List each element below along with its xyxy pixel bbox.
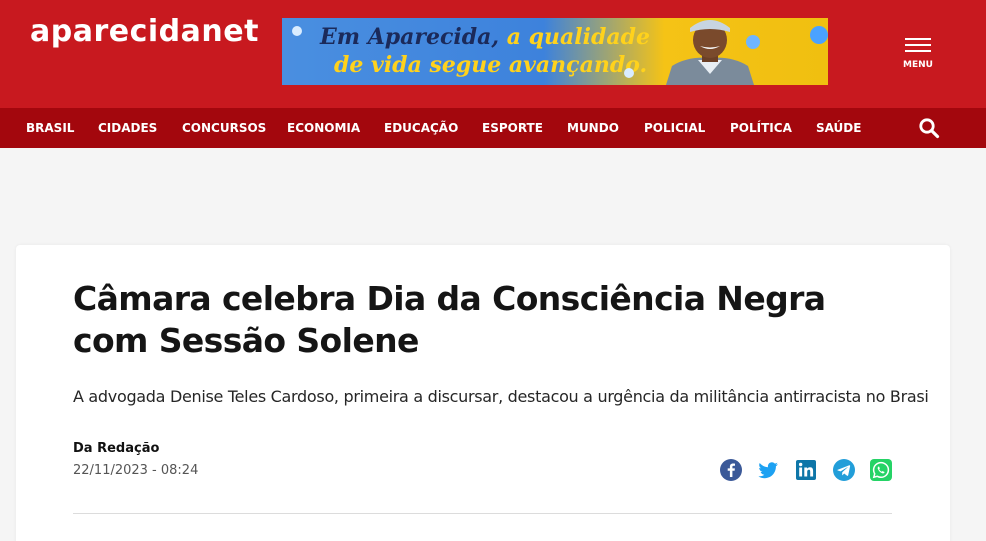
article-title: Câmara celebra Dia da Consciência Negra … (73, 279, 826, 360)
nav-item-brasil[interactable]: BRASIL (26, 108, 74, 148)
hamburger-icon (905, 50, 931, 52)
article-date: 22/11/2023 - 08:24 (73, 463, 199, 478)
advertisement-banner[interactable]: Em Aparecida, a qualidade de vida segue … (282, 18, 828, 85)
menu-label: MENU (903, 60, 933, 70)
article-divider (73, 513, 892, 514)
hamburger-icon (905, 38, 931, 40)
nav-item-mundo[interactable]: MUNDO (567, 108, 619, 148)
nav-item-politica[interactable]: POLÍTICA (730, 108, 792, 148)
site-logo[interactable]: aparecidanet (30, 14, 259, 49)
banner-person-photo (666, 20, 754, 85)
banner-line-1-part-2: a qualidade (499, 24, 651, 50)
nav-item-esporte[interactable]: ESPORTE (482, 108, 543, 148)
banner-heart-icon (624, 68, 634, 78)
banner-line-1-part-1: Em Aparecida, (320, 24, 500, 50)
telegram-icon[interactable] (833, 459, 855, 481)
article-subtitle: A advogada Denise Teles Cardoso, primeir… (73, 387, 929, 406)
search-icon[interactable] (918, 117, 940, 139)
nav-item-cidades[interactable]: CIDADES (98, 108, 157, 148)
twitter-icon[interactable] (757, 459, 779, 481)
facebook-icon[interactable] (720, 459, 742, 481)
whatsapp-icon[interactable] (870, 459, 892, 481)
category-navbar: BRASIL CIDADES CONCURSOS ECONOMIA EDUCAÇ… (0, 108, 986, 148)
banner-line-2: de vida segue avançando. (334, 52, 648, 78)
banner-heart-icon (810, 26, 828, 44)
nav-item-economia[interactable]: ECONOMIA (287, 108, 360, 148)
banner-line-1: Em Aparecida, a qualidade (320, 24, 650, 50)
hamburger-icon (905, 44, 931, 46)
banner-heart-icon (292, 26, 302, 36)
nav-item-concursos[interactable]: CONCURSOS (182, 108, 266, 148)
nav-item-saude[interactable]: SAÚDE (816, 108, 861, 148)
menu-button[interactable]: MENU (894, 38, 942, 78)
article-author[interactable]: Da Redação (73, 441, 159, 456)
linkedin-icon[interactable] (795, 459, 817, 481)
nav-item-policial[interactable]: POLICIAL (644, 108, 705, 148)
nav-item-educacao[interactable]: EDUCAÇÃO (384, 108, 458, 148)
